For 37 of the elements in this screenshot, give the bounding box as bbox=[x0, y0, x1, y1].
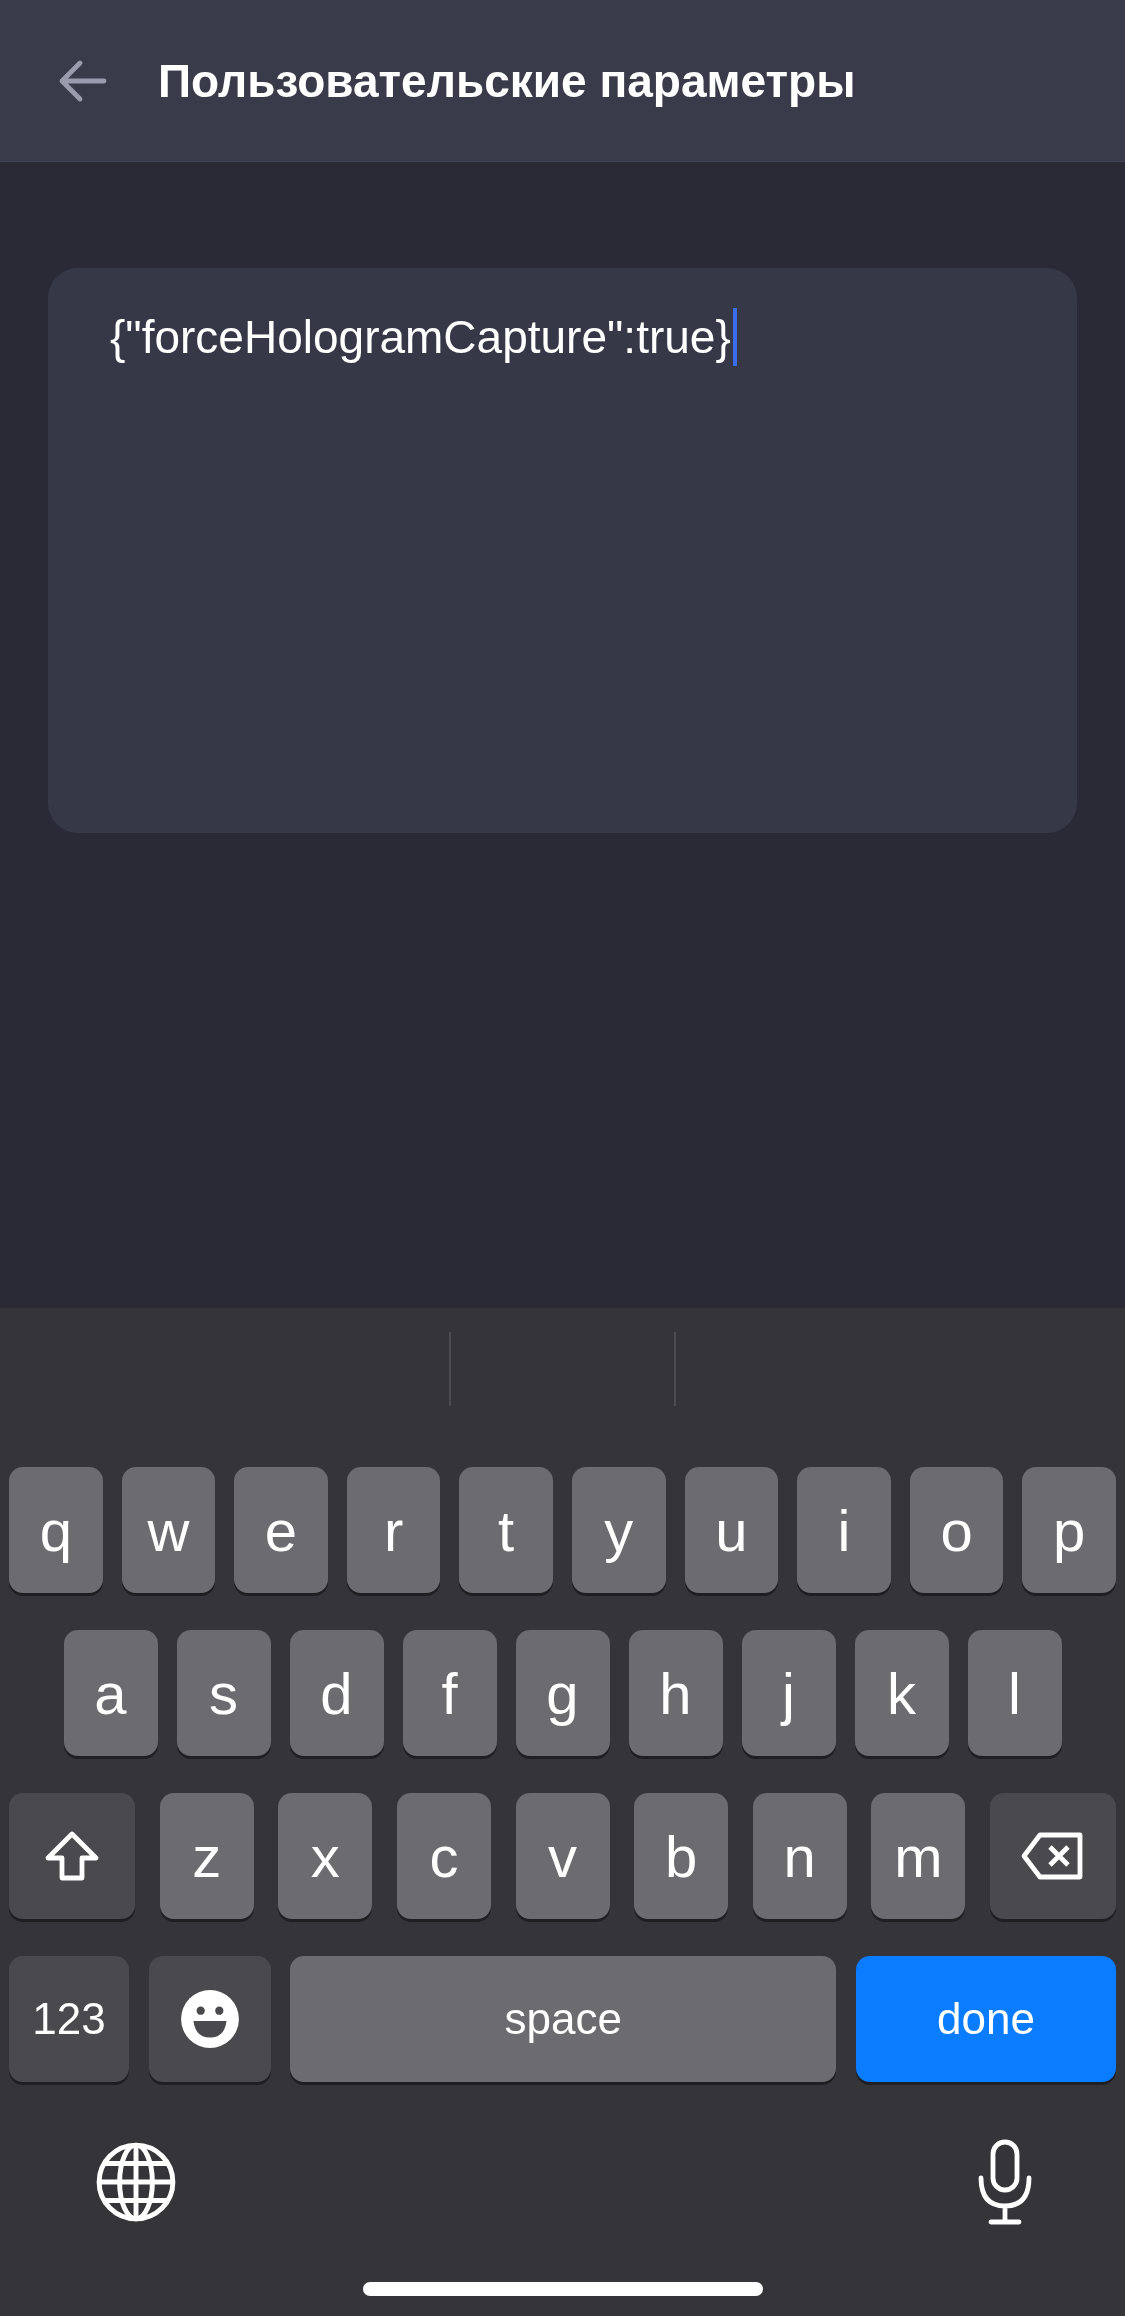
letter-key[interactable]: o bbox=[909, 1467, 1004, 1593]
letter-key[interactable]: d bbox=[289, 1630, 384, 1756]
letter-key[interactable]: e bbox=[234, 1467, 328, 1593]
letter-key[interactable]: c bbox=[396, 1793, 491, 1919]
emoji-icon bbox=[178, 1988, 241, 2050]
editor-text: {"forceHologramCapture":true} bbox=[110, 308, 737, 366]
letter-key[interactable]: j bbox=[741, 1630, 836, 1756]
numbers-key[interactable]: 123 bbox=[9, 1956, 129, 2082]
letter-key[interactable]: z bbox=[159, 1793, 254, 1919]
page-title: Пользовательские параметры bbox=[158, 53, 856, 108]
letter-key[interactable]: m bbox=[871, 1793, 966, 1919]
letter-key[interactable]: h bbox=[628, 1630, 723, 1756]
emoji-key[interactable] bbox=[148, 1956, 271, 2082]
letter-key[interactable]: f bbox=[402, 1630, 497, 1756]
letter-key[interactable]: i bbox=[797, 1467, 891, 1593]
letter-key[interactable]: y bbox=[571, 1467, 666, 1593]
letter-key[interactable]: q bbox=[9, 1467, 103, 1593]
letter-key[interactable]: x bbox=[278, 1793, 373, 1919]
text-editor[interactable]: {"forceHologramCapture":true} bbox=[48, 268, 1077, 833]
letter-key[interactable]: b bbox=[634, 1793, 729, 1919]
letter-key[interactable]: n bbox=[752, 1793, 847, 1919]
letter-key[interactable]: g bbox=[515, 1630, 610, 1756]
shift-key[interactable] bbox=[9, 1793, 135, 1919]
letter-key[interactable]: p bbox=[1022, 1467, 1116, 1593]
letter-key[interactable]: v bbox=[515, 1793, 610, 1919]
letter-key[interactable]: w bbox=[121, 1467, 216, 1593]
done-key[interactable]: done bbox=[855, 1956, 1116, 2082]
letter-key[interactable]: k bbox=[854, 1630, 949, 1756]
backspace-key[interactable] bbox=[990, 1793, 1116, 1919]
space-key[interactable]: space bbox=[290, 1956, 837, 2082]
letter-key[interactable]: t bbox=[459, 1467, 553, 1593]
globe-icon[interactable] bbox=[95, 2141, 177, 2223]
letter-key[interactable]: s bbox=[176, 1630, 271, 1756]
letter-key[interactable]: l bbox=[967, 1630, 1062, 1756]
letter-key[interactable]: a bbox=[63, 1630, 158, 1756]
letter-key[interactable]: r bbox=[346, 1467, 441, 1593]
letter-key[interactable]: u bbox=[684, 1467, 779, 1593]
